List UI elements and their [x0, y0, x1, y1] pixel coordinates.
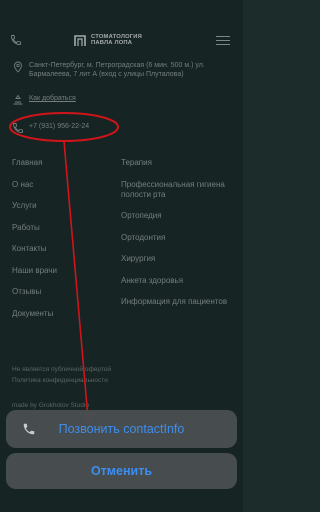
call-action-button[interactable]: Позвонить contactInfo [6, 410, 237, 448]
cancel-button[interactable]: Отменить [6, 453, 237, 489]
call-action-label: Позвонить contactInfo [58, 422, 185, 436]
cancel-label: Отменить [90, 464, 153, 478]
